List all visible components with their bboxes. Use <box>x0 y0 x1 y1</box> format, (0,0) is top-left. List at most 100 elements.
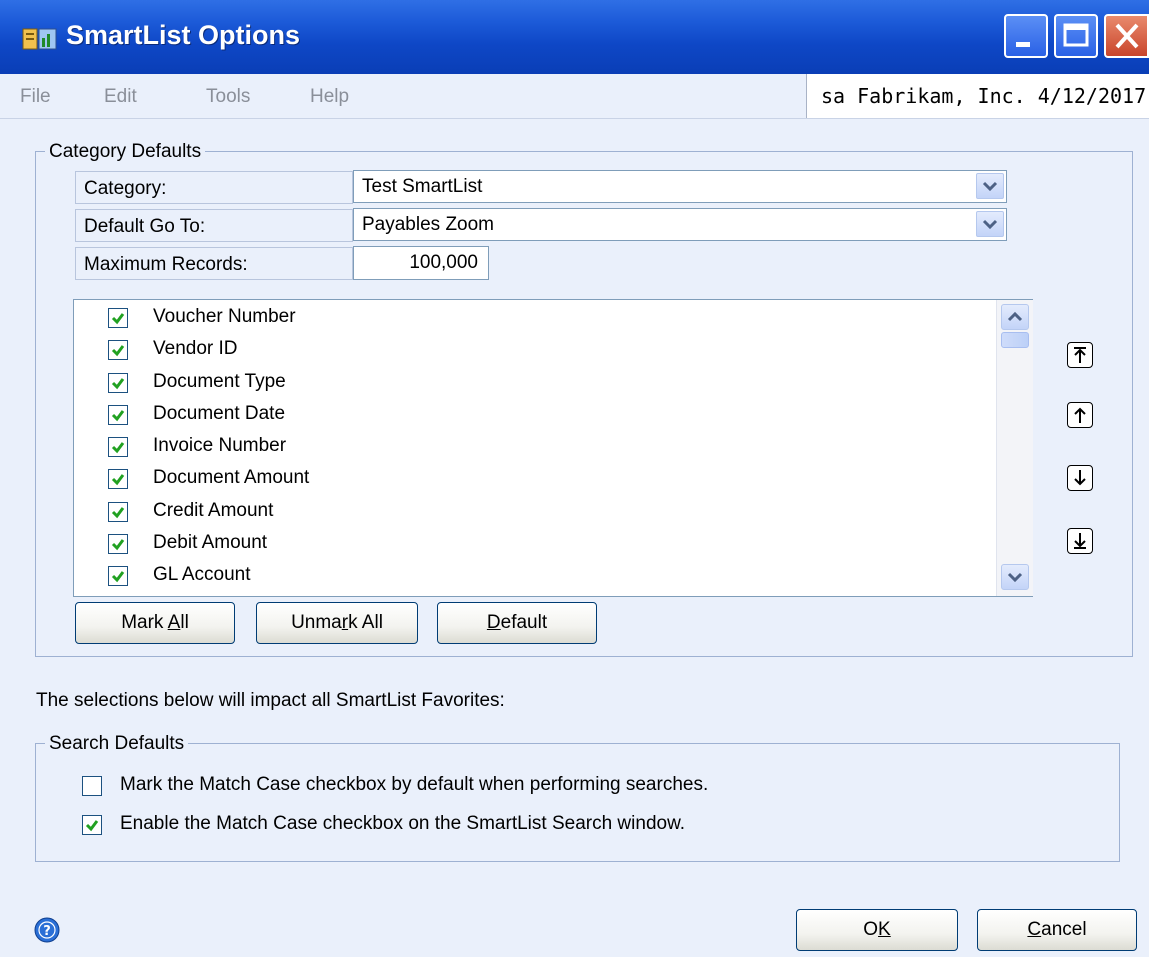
check-icon <box>111 313 125 325</box>
match-case-default-checkbox[interactable] <box>82 776 102 796</box>
goto-label-box: Default Go To: <box>75 209 353 242</box>
list-item[interactable]: Document Date <box>74 399 974 431</box>
move-top-icon <box>1074 347 1086 363</box>
list-item[interactable]: Document Amount <box>74 463 974 495</box>
svg-text:?: ? <box>43 924 51 939</box>
menu-tools[interactable]: Tools <box>206 86 250 108</box>
goto-label: Default Go To: <box>84 216 206 237</box>
list-item[interactable]: Credit Amount <box>74 496 974 528</box>
max-records-value: 100,000 <box>409 252 478 273</box>
move-bottom-icon <box>1074 533 1086 549</box>
check-icon <box>111 474 125 486</box>
move-up-button[interactable] <box>1067 402 1093 428</box>
default-goto-dropdown[interactable]: Payables Zoom <box>353 208 1007 241</box>
default-button[interactable]: Default <box>437 602 597 644</box>
column-label: Vendor ID <box>153 338 238 359</box>
smartlist-options-window: SmartList Options File Edit Tools Help s… <box>0 0 1149 957</box>
favorites-impact-note: The selections below will impact all Sma… <box>36 690 505 711</box>
list-item[interactable]: Vendor ID <box>74 334 974 366</box>
column-label: Voucher Number <box>153 306 296 327</box>
unmark-all-label-c: k All <box>348 612 383 633</box>
scroll-up-icon <box>1007 311 1023 322</box>
mark-all-label-b: A <box>167 612 181 633</box>
list-item[interactable]: Invoice Number <box>74 431 974 463</box>
column-checkbox[interactable] <box>108 502 128 522</box>
status-text: sa Fabrikam, Inc. 4/12/2017 <box>821 84 1147 108</box>
search-defaults-label: Search Defaults <box>45 733 189 755</box>
list-item[interactable]: GL Account <box>74 560 974 592</box>
check-icon <box>111 410 125 422</box>
cancel-label-a: C <box>1027 919 1042 940</box>
column-list[interactable]: Voucher Number Vendor ID Document Type D… <box>73 299 1033 597</box>
unmark-all-button[interactable]: Unmark All <box>256 602 418 644</box>
check-icon <box>111 345 125 357</box>
maximize-button[interactable] <box>1054 14 1098 58</box>
cancel-label-b: ancel <box>1041 919 1087 940</box>
check-icon <box>85 820 99 832</box>
column-checkbox[interactable] <box>108 566 128 586</box>
window-title: SmartList Options <box>66 20 301 50</box>
scroll-down-icon <box>1007 572 1023 583</box>
column-checkbox[interactable] <box>108 373 128 393</box>
check-icon <box>111 571 125 583</box>
check-icon <box>111 539 125 551</box>
category-label-box: Category: <box>75 171 353 204</box>
menu-file[interactable]: File <box>20 86 51 108</box>
chevron-down-icon <box>982 181 998 192</box>
menu-edit[interactable]: Edit <box>104 86 137 108</box>
column-checkbox[interactable] <box>108 405 128 425</box>
menu-help[interactable]: Help <box>310 86 349 108</box>
goto-dropdown-arrow[interactable] <box>976 211 1004 237</box>
move-down-button[interactable] <box>1067 465 1093 491</box>
category-value: Test SmartList <box>362 176 483 197</box>
help-icon[interactable]: ? <box>34 917 60 943</box>
column-label: Document Type <box>153 371 286 392</box>
column-label: Credit Amount <box>153 500 274 521</box>
column-checkbox[interactable] <box>108 534 128 554</box>
move-to-top-button[interactable] <box>1067 342 1093 368</box>
list-item[interactable]: Voucher Number <box>74 302 974 334</box>
chevron-down-icon <box>982 219 998 230</box>
check-icon <box>111 442 125 454</box>
unmark-all-label-a: Unma <box>291 612 342 633</box>
column-label: Invoice Number <box>153 435 287 456</box>
scroll-up-button[interactable] <box>1001 304 1029 330</box>
max-records-input[interactable]: 100,000 <box>353 246 489 280</box>
default-label-a: D <box>486 612 501 633</box>
cancel-button[interactable]: Cancel <box>977 909 1137 951</box>
move-up-icon <box>1074 407 1086 423</box>
column-label: Document Amount <box>153 467 310 488</box>
enable-match-case-checkbox[interactable] <box>82 815 102 835</box>
enable-match-case-label: Enable the Match Case checkbox on the Sm… <box>120 813 686 834</box>
scroll-thumb[interactable] <box>1001 332 1029 348</box>
close-button[interactable] <box>1104 14 1149 58</box>
app-icon <box>22 28 57 50</box>
mark-all-button[interactable]: Mark All <box>75 602 235 644</box>
default-label-b: efault <box>500 612 548 633</box>
match-case-default-label: Mark the Match Case checkbox by default … <box>120 774 709 795</box>
minimize-button[interactable] <box>1004 14 1048 58</box>
column-checkbox[interactable] <box>108 308 128 328</box>
list-item[interactable]: Debit Amount <box>74 528 974 560</box>
dialog-body: Category Defaults Category: Test SmartLi… <box>0 119 1149 957</box>
user-company-date-status: sa Fabrikam, Inc. 4/12/2017 <box>806 74 1149 118</box>
max-records-label: Maximum Records: <box>84 254 248 275</box>
move-to-bottom-button[interactable] <box>1067 528 1093 554</box>
column-label: GL Account <box>153 564 251 585</box>
max-records-label-box: Maximum Records: <box>75 247 353 280</box>
column-checkbox[interactable] <box>108 437 128 457</box>
column-checkbox[interactable] <box>108 340 128 360</box>
scroll-down-button[interactable] <box>1001 564 1029 590</box>
category-dropdown[interactable]: Test SmartList <box>353 170 1007 203</box>
mark-all-label-a: Mark <box>121 612 168 633</box>
ok-button[interactable]: OK <box>796 909 958 951</box>
mark-all-label-c: ll <box>180 612 189 633</box>
check-icon <box>111 378 125 390</box>
list-item[interactable]: Document Type <box>74 367 974 399</box>
ok-label-b: K <box>878 919 891 940</box>
column-checkbox[interactable] <box>108 469 128 489</box>
title-bar[interactable]: SmartList Options <box>0 0 1149 74</box>
list-scrollbar[interactable] <box>996 300 1033 596</box>
goto-value: Payables Zoom <box>362 214 495 235</box>
category-dropdown-arrow[interactable] <box>976 173 1004 199</box>
